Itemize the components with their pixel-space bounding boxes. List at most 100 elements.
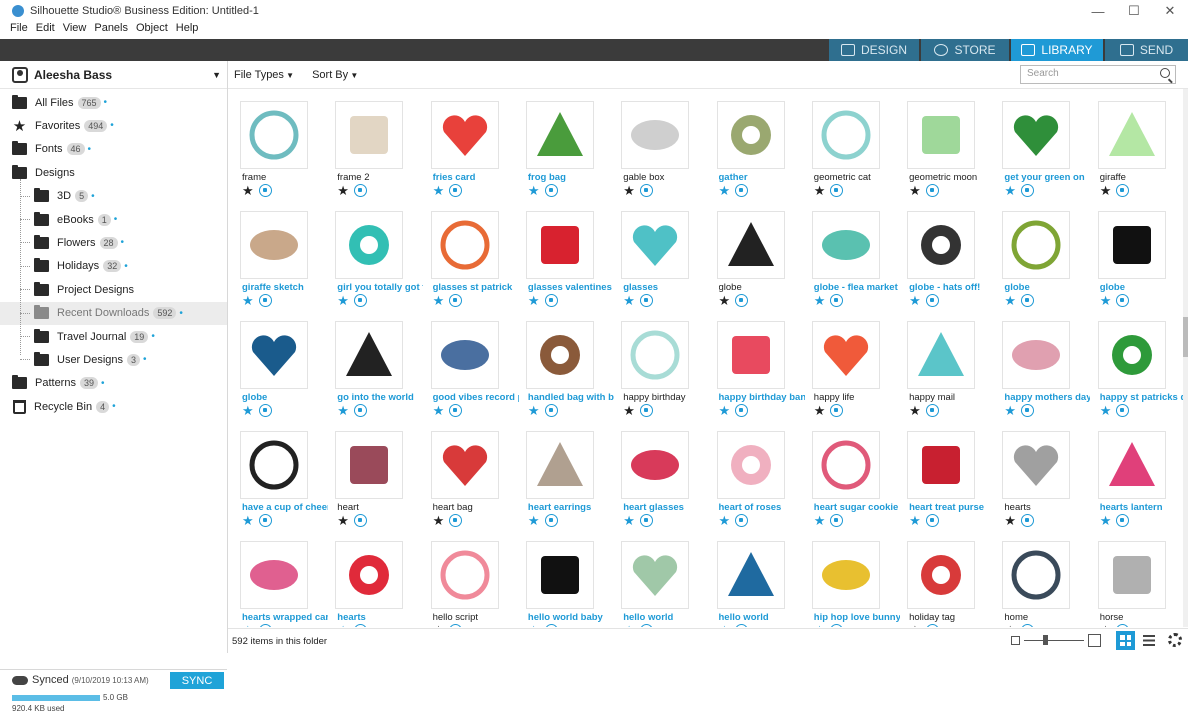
zoom-slider[interactable]: [1024, 640, 1084, 641]
favorite-star-icon[interactable]: ★: [909, 294, 921, 307]
design-tile[interactable]: horse★: [1088, 529, 1180, 627]
design-tile[interactable]: happy mail ★: [897, 309, 989, 419]
cloud-download-icon[interactable]: [1021, 624, 1035, 627]
design-thumbnail[interactable]: [525, 321, 594, 389]
cloud-download-icon[interactable]: [925, 184, 939, 197]
favorite-star-icon[interactable]: ★: [814, 514, 826, 527]
cloud-download-icon[interactable]: [449, 404, 463, 417]
design-thumbnail[interactable]: [907, 211, 976, 279]
design-thumbnail[interactable]: [716, 431, 785, 499]
design-tile[interactable]: go into the world ★: [325, 309, 417, 419]
cloud-download-icon[interactable]: [830, 624, 844, 627]
design-thumbnail[interactable]: [240, 541, 308, 609]
design-thumbnail[interactable]: [430, 101, 499, 169]
sort-by-dropdown[interactable]: Sort By: [312, 69, 358, 81]
favorite-star-icon[interactable]: ★: [909, 184, 921, 197]
tree-item-ebooks[interactable]: eBooks 1 •: [0, 208, 227, 231]
tree-item-project-designs[interactable]: Project Designs: [0, 278, 227, 301]
favorite-star-icon[interactable]: ★: [909, 624, 921, 627]
favorite-star-icon[interactable]: ★: [337, 294, 349, 307]
favorite-star-icon[interactable]: ★: [1100, 624, 1112, 627]
design-thumbnail[interactable]: [1097, 431, 1166, 499]
maximize-button[interactable]: ☐: [1116, 0, 1152, 22]
favorite-star-icon[interactable]: ★: [433, 404, 445, 417]
cloud-download-icon[interactable]: [830, 184, 844, 197]
favorite-star-icon[interactable]: ★: [623, 294, 635, 307]
menu-help[interactable]: Help: [176, 22, 199, 38]
cloud-download-icon[interactable]: [639, 624, 653, 627]
favorite-star-icon[interactable]: ★: [814, 184, 826, 197]
tree-item-patterns[interactable]: Patterns 39 •: [0, 372, 227, 395]
design-thumbnail[interactable]: [240, 321, 308, 389]
favorite-star-icon[interactable]: ★: [623, 624, 635, 627]
favorite-star-icon[interactable]: ★: [242, 294, 254, 307]
favorite-star-icon[interactable]: ★: [1004, 294, 1016, 307]
favorite-star-icon[interactable]: ★: [528, 184, 540, 197]
design-thumbnail[interactable]: [907, 101, 976, 169]
tree-item-flowers[interactable]: Flowers 28 •: [0, 231, 227, 254]
design-thumbnail[interactable]: [430, 321, 499, 389]
design-tile[interactable]: fries card ★: [421, 89, 513, 199]
scrollbar-thumb[interactable]: [1183, 317, 1188, 357]
cloud-download-icon[interactable]: [925, 404, 939, 417]
design-thumbnail[interactable]: [335, 541, 404, 609]
tab-library[interactable]: LIBRARY: [1011, 39, 1103, 61]
cloud-download-icon[interactable]: [735, 404, 749, 417]
design-thumbnail[interactable]: [716, 541, 785, 609]
favorite-star-icon[interactable]: ★: [528, 514, 540, 527]
tree-item-all-files[interactable]: All Files 765 •: [0, 91, 227, 114]
design-tile[interactable]: heart earrings ★: [516, 419, 608, 529]
design-thumbnail[interactable]: [811, 541, 880, 609]
tree-item-fonts[interactable]: Fonts 46 •: [0, 138, 227, 161]
user-selector[interactable]: Aleesha Bass ▼: [0, 61, 227, 89]
design-thumbnail[interactable]: [335, 101, 404, 169]
design-tile[interactable]: girl you totally got this★: [325, 199, 423, 309]
favorite-star-icon[interactable]: ★: [433, 294, 445, 307]
favorite-star-icon[interactable]: ★: [528, 294, 540, 307]
cloud-download-icon[interactable]: [1021, 294, 1035, 307]
cloud-download-icon[interactable]: [830, 514, 844, 527]
design-tile[interactable]: happy life ★: [802, 309, 894, 419]
design-thumbnail[interactable]: [430, 431, 499, 499]
cloud-download-icon[interactable]: [735, 294, 749, 307]
cloud-download-icon[interactable]: [353, 184, 367, 197]
design-tile[interactable]: hello script★: [421, 529, 513, 627]
favorite-star-icon[interactable]: ★: [814, 624, 826, 627]
close-button[interactable]: ✕: [1152, 0, 1188, 22]
menu-view[interactable]: View: [63, 22, 87, 38]
cloud-download-icon[interactable]: [449, 294, 463, 307]
design-thumbnail[interactable]: [335, 431, 404, 499]
cloud-download-icon[interactable]: [353, 404, 367, 417]
favorite-star-icon[interactable]: ★: [719, 514, 731, 527]
design-tile[interactable]: frame ★: [230, 89, 322, 199]
favorite-star-icon[interactable]: ★: [337, 184, 349, 197]
design-thumbnail[interactable]: [1097, 321, 1166, 389]
favorite-star-icon[interactable]: ★: [719, 184, 731, 197]
design-thumbnail[interactable]: [1002, 321, 1071, 389]
design-tile[interactable]: happy birthday ★: [611, 309, 703, 419]
design-tile[interactable]: heart of roses ★: [707, 419, 799, 529]
design-tile[interactable]: heart bag ★: [421, 419, 513, 529]
cloud-download-icon[interactable]: [1021, 514, 1035, 527]
minimize-button[interactable]: —: [1080, 0, 1116, 22]
design-thumbnail[interactable]: [621, 541, 690, 609]
design-thumbnail[interactable]: [907, 541, 976, 609]
favorite-star-icon[interactable]: ★: [1100, 514, 1112, 527]
favorite-star-icon[interactable]: ★: [337, 624, 349, 627]
grid-scrollbar[interactable]: [1183, 89, 1188, 627]
menu-object[interactable]: Object: [136, 22, 168, 38]
design-tile[interactable]: globe ★: [707, 199, 799, 309]
cloud-download-icon[interactable]: [1021, 184, 1035, 197]
design-tile[interactable]: happy st patricks day★: [1088, 309, 1183, 419]
tree-item-designs[interactable]: Designs: [0, 161, 227, 184]
sync-button[interactable]: SYNC: [170, 672, 224, 689]
design-thumbnail[interactable]: [716, 321, 785, 389]
favorite-star-icon[interactable]: ★: [623, 184, 635, 197]
tab-send[interactable]: SEND: [1105, 39, 1188, 61]
cloud-download-icon[interactable]: [735, 184, 749, 197]
favorite-star-icon[interactable]: ★: [909, 514, 921, 527]
design-thumbnail[interactable]: [1002, 431, 1071, 499]
design-tile[interactable]: heart treat purse ★: [897, 419, 989, 529]
design-thumbnail[interactable]: [1097, 211, 1166, 279]
design-thumbnail[interactable]: [1002, 541, 1071, 609]
